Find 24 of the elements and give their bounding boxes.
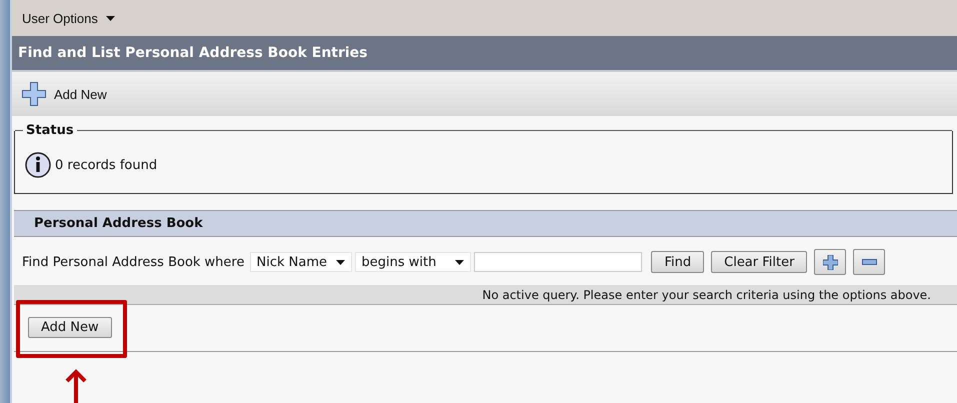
add-criteria-button[interactable] [814,249,846,275]
operator-select[interactable]: begins with [355,252,472,272]
add-new-button[interactable]: Add New [28,317,112,338]
caret-icon [106,16,115,20]
pointer-arrow [64,369,88,403]
caret-icon [336,260,346,264]
status-message: 0 records found [55,158,158,172]
remove-criteria-button[interactable] [853,249,886,275]
user-options-menu[interactable]: User Options [22,10,115,26]
status-legend: Status [26,123,74,138]
search-field[interactable] [474,252,642,272]
caret-icon [455,260,464,264]
info-icon [25,152,51,178]
filter-label: Find Personal Address Book where [22,254,244,270]
page-title: Find and List Personal Address Book Entries [18,45,368,61]
plus-icon [822,254,838,270]
clear-filter-button[interactable]: Clear Filter [711,251,808,273]
section-title: Personal Address Book [34,216,203,231]
query-message: No active query. Please enter your search criteria using the options above. [482,288,931,302]
plus-icon [22,82,46,106]
find-button[interactable]: Find [651,251,704,273]
minus-icon [862,259,877,265]
field-select[interactable]: Nick Name [250,252,352,272]
add-new-toolbar-button[interactable]: Add New [22,82,107,106]
